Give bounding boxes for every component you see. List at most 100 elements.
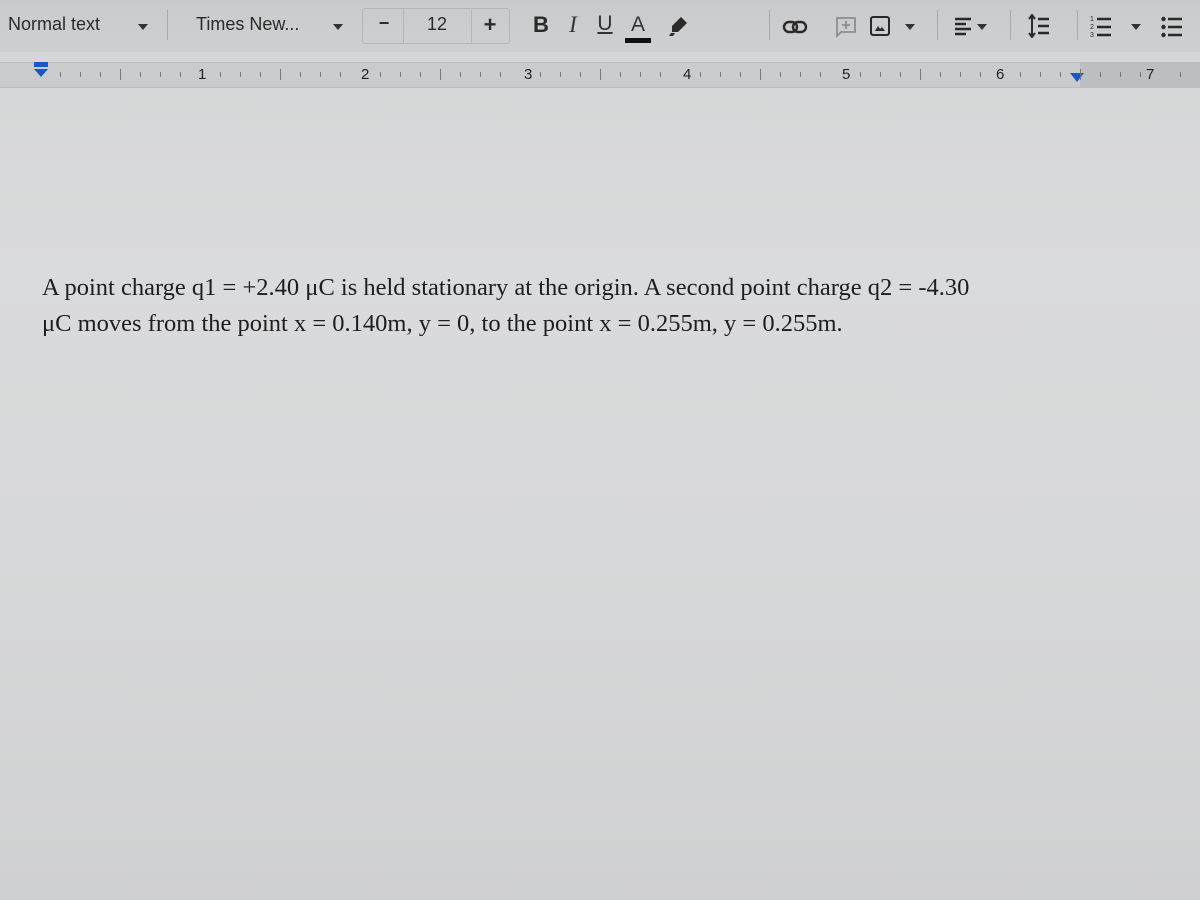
insert-image-caret-icon[interactable]	[905, 24, 915, 30]
right-indent-marker-icon[interactable]	[1068, 71, 1086, 85]
svg-text:1: 1	[1090, 16, 1094, 23]
numbered-list-button[interactable]: 123	[1089, 13, 1113, 39]
bold-icon: B	[533, 12, 549, 37]
toolbar-divider	[1010, 10, 1011, 40]
font-family-label: Times New...	[196, 14, 300, 34]
ruler-tick	[800, 72, 801, 77]
toolbar-divider	[769, 10, 770, 40]
decrease-font-size-button[interactable]: −	[372, 13, 396, 34]
text-color-swatch	[625, 38, 651, 43]
ruler-tick	[940, 72, 941, 77]
ruler-number: 6	[996, 66, 1005, 83]
ruler-tick	[180, 72, 181, 77]
ruler-number: 1	[198, 66, 207, 83]
text-color-button[interactable]: A	[625, 10, 651, 46]
insert-image-button[interactable]	[868, 14, 892, 38]
line-spacing-button[interactable]	[1027, 13, 1051, 39]
ruler-tick	[100, 72, 101, 77]
ruler-tick	[540, 72, 541, 77]
ruler-number: 7	[1146, 66, 1155, 83]
align-caret-icon[interactable]	[977, 24, 987, 30]
ruler-tick	[860, 72, 861, 77]
paragraph-style-caret-icon[interactable]	[138, 24, 148, 30]
ruler-tick	[440, 69, 441, 80]
plus-icon: +	[483, 12, 497, 37]
ruler-tick	[140, 72, 141, 77]
ruler-tick	[700, 72, 701, 77]
ruler-tick	[220, 72, 221, 77]
increase-font-size-button[interactable]: +	[478, 12, 502, 38]
ruler-tick	[640, 72, 641, 77]
ruler-tick	[720, 72, 721, 77]
ruler-tick	[60, 72, 61, 77]
highlight-button[interactable]	[666, 14, 690, 38]
ruler-tick	[1020, 72, 1021, 77]
font-family-dropdown[interactable]: Times New...	[196, 14, 299, 35]
ruler-tick	[500, 72, 501, 77]
svg-text:2: 2	[1090, 24, 1094, 31]
ruler-tick	[80, 72, 81, 77]
ruler-tick	[1080, 69, 1081, 80]
add-comment-button[interactable]	[834, 15, 858, 39]
ruler-tick	[1140, 72, 1141, 77]
paragraph-style-dropdown[interactable]: Normal text	[8, 14, 100, 35]
left-indent-marker-icon[interactable]	[32, 61, 50, 79]
ruler-tick	[280, 69, 281, 80]
ruler-tick	[1060, 72, 1061, 77]
toolbar-divider	[1077, 10, 1078, 40]
document-body[interactable]: A point charge q1 = +2.40 μC is held sta…	[42, 270, 1092, 342]
font-size-input[interactable]: 12	[404, 14, 470, 35]
ruler-tick	[620, 72, 621, 77]
underline-button[interactable]: U	[594, 12, 616, 36]
bulleted-list-icon	[1161, 16, 1182, 38]
bulleted-list-button[interactable]	[1160, 13, 1184, 39]
ruler-tick	[1180, 72, 1181, 77]
font-family-caret-icon[interactable]	[333, 24, 343, 30]
italic-button[interactable]: I	[562, 12, 584, 38]
ruler-tick	[1100, 72, 1101, 77]
paragraph-line[interactable]: A point charge q1 = +2.40 μC is held sta…	[42, 270, 1092, 306]
ruler-tick	[600, 69, 601, 80]
ruler-tick	[920, 69, 921, 80]
ruler-tick	[960, 72, 961, 77]
ruler-tick	[420, 72, 421, 77]
insert-link-button[interactable]	[780, 16, 810, 38]
ruler-tick	[400, 72, 401, 77]
link-icon	[782, 20, 808, 34]
add-comment-icon	[836, 17, 856, 38]
ruler-tick	[740, 72, 741, 77]
underline-icon: U	[597, 12, 613, 35]
font-size-value: 12	[426, 14, 448, 34]
align-left-icon	[955, 17, 971, 36]
ruler-tick	[560, 72, 561, 77]
toolbar-divider	[937, 10, 938, 40]
numbered-list-caret-icon[interactable]	[1131, 24, 1141, 30]
ruler-number: 3	[524, 66, 533, 83]
ruler-tick	[1120, 72, 1121, 77]
ruler-tick	[240, 72, 241, 77]
text-color-icon: A	[630, 13, 645, 36]
ruler[interactable]: 1 2 3 4 5 6 7	[0, 62, 1200, 88]
italic-icon: I	[569, 12, 577, 37]
ruler-tick	[260, 72, 261, 77]
toolbar-divider	[167, 10, 168, 40]
ruler-tick	[820, 72, 821, 77]
ruler-tick	[320, 72, 321, 77]
ruler-number: 2	[361, 66, 370, 83]
ruler-tick	[460, 72, 461, 77]
ruler-number: 4	[683, 66, 692, 83]
ruler-tick	[1040, 72, 1041, 77]
bold-button[interactable]: B	[530, 12, 552, 38]
ruler-tick	[980, 72, 981, 77]
numbered-list-icon: 123	[1090, 16, 1111, 38]
line-spacing-icon	[1028, 14, 1049, 38]
formatting-toolbar: Normal text Times New... − 12 + B I U A	[0, 0, 1200, 52]
highlight-icon	[669, 17, 687, 36]
paragraph-line[interactable]: μC moves from the point x = 0.140m, y = …	[42, 306, 1092, 342]
align-button[interactable]	[953, 14, 975, 38]
ruler-number: 5	[842, 66, 851, 83]
ruler-tick	[380, 72, 381, 77]
ruler-tick	[900, 72, 901, 77]
ruler-tick	[880, 72, 881, 77]
ruler-tick	[300, 72, 301, 77]
